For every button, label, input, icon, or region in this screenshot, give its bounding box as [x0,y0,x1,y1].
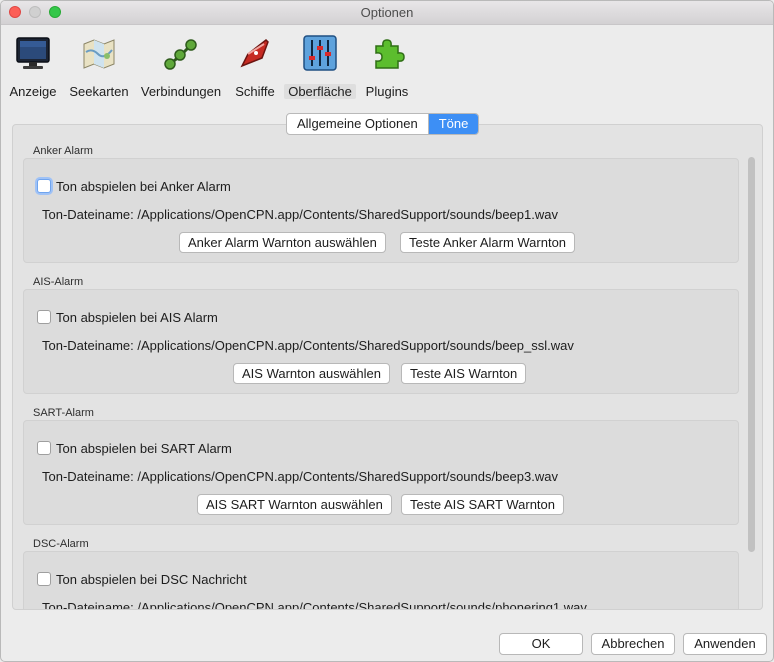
anchor-alarm-filename: Ton-Dateiname: /Applications/OpenCPN.app… [42,207,558,222]
toolbar-item-schiffe[interactable]: Schiffe [232,34,278,100]
cancel-button[interactable]: Abbrechen [591,633,675,655]
tab-sounds[interactable]: Töne [428,114,479,134]
sliders-icon [303,35,337,71]
sart-alarm-filename: Ton-Dateiname: /Applications/OpenCPN.app… [42,469,558,484]
anchor-alarm-title: Anker Alarm [33,145,93,157]
vertical-scrollbar[interactable] [745,142,757,608]
zoom-window-button[interactable] [49,6,61,18]
puzzle-icon [375,39,405,69]
anchor-alarm-checkbox-row[interactable]: Ton abspielen bei Anker Alarm [37,178,231,194]
sart-alarm-checkbox-label[interactable]: Ton abspielen bei SART Alarm [56,441,232,456]
close-window-button[interactable] [9,6,21,18]
connections-icon [164,39,197,70]
window-title: Optionen [360,5,414,20]
ais-alarm-filename: Ton-Dateiname: /Applications/OpenCPN.app… [42,338,574,353]
sart-alarm-title: SART-Alarm [33,407,94,419]
sart-alarm-select-button[interactable]: AIS SART Warnton auswählen [197,494,392,515]
dsc-alarm-title: DSC-Alarm [33,538,89,550]
title-bar[interactable]: Optionen [1,1,773,25]
ais-alarm-test-button[interactable]: Teste AIS Warnton [401,363,527,384]
sart-alarm-checkbox-row[interactable]: Ton abspielen bei SART Alarm [37,440,232,456]
dsc-alarm-filename: Ton-Dateiname: /Applications/OpenCPN.app… [42,600,587,609]
dsc-alarm-checkbox[interactable] [37,572,51,586]
toolbar-item-plugins[interactable]: Plugins [363,34,411,100]
ais-alarm-checkbox-label[interactable]: Ton abspielen bei AIS Alarm [56,310,218,325]
dsc-alarm-checkbox-label[interactable]: Ton abspielen bei DSC Nachricht [56,572,247,587]
toolbar-item-seekarten[interactable]: Seekarten [67,34,131,100]
sart-alarm-test-button[interactable]: Teste AIS SART Warnton [401,494,564,515]
minimize-window-button[interactable] [29,6,41,18]
ok-button[interactable]: OK [499,633,583,655]
ais-alarm-select-button[interactable]: AIS Warnton auswählen [233,363,390,384]
toolbar-item-anzeige[interactable]: Anzeige [7,34,59,100]
dsc-alarm-group: Ton abspielen bei DSC Nachricht Ton-Date… [23,551,739,609]
ship-icon [240,39,269,68]
apply-button[interactable]: Anwenden [683,633,767,655]
ais-alarm-checkbox[interactable] [37,310,51,324]
tab-general-options[interactable]: Allgemeine Optionen [287,114,428,134]
ais-alarm-group: Ton abspielen bei AIS Alarm Ton-Dateinam… [23,289,739,394]
anchor-alarm-group: Ton abspielen bei Anker Alarm Ton-Datein… [23,158,739,263]
options-toolbar: Anzeige Seekarten Verbindungen Schiffe O… [1,26,773,102]
charts-icon [83,39,115,69]
monitor-icon [16,37,50,69]
ais-alarm-title: AIS-Alarm [33,276,84,288]
anchor-alarm-checkbox-label[interactable]: Ton abspielen bei Anker Alarm [56,179,231,194]
sart-alarm-group: Ton abspielen bei SART Alarm Ton-Dateina… [23,420,739,525]
tab-segmented-control: Allgemeine Optionen Töne [286,113,480,135]
options-window: Optionen Anzeige Seekarten Verbindungen … [0,0,774,662]
sart-alarm-checkbox[interactable] [37,441,51,455]
anchor-alarm-test-button[interactable]: Teste Anker Alarm Warnton [400,232,576,253]
toolbar-item-verbindungen[interactable]: Verbindungen [138,34,224,100]
sounds-scroll-area[interactable]: Anker Alarm Ton abspielen bei Anker Alar… [20,141,742,609]
scrollbar-thumb[interactable] [748,157,755,552]
dsc-alarm-checkbox-row[interactable]: Ton abspielen bei DSC Nachricht [37,571,247,587]
ais-alarm-checkbox-row[interactable]: Ton abspielen bei AIS Alarm [37,309,218,325]
toolbar-item-oberflaeche[interactable]: Oberfläche [284,34,356,100]
anchor-alarm-select-button[interactable]: Anker Alarm Warnton auswählen [179,232,386,253]
anchor-alarm-checkbox[interactable] [37,179,51,193]
